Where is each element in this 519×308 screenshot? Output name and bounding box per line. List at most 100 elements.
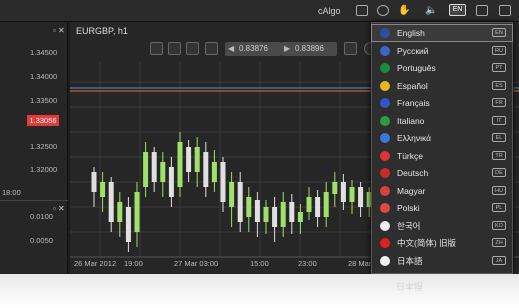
notes-icon[interactable]: [356, 5, 368, 16]
panel-controls-icon[interactable]: ▫ ✕: [53, 26, 65, 35]
flag-icon: [380, 203, 390, 213]
candle-body: [254, 200, 260, 222]
buy-price-button[interactable]: ▶ 0.83896: [281, 42, 337, 56]
x-axis-label: 15:00: [250, 259, 269, 268]
language-item[interactable]: Español ES: [372, 78, 512, 94]
language-item[interactable]: English EN: [371, 24, 513, 42]
candle-body: [237, 182, 243, 222]
language-item[interactable]: Français FR: [372, 95, 512, 111]
screen-reflection: 日本語: [0, 274, 519, 308]
price-tick: 1.34000: [30, 72, 58, 81]
language-code-badge: KO: [492, 220, 506, 230]
language-code-badge: EN: [492, 28, 506, 37]
candle-body: [349, 187, 355, 202]
current-price-label: 1.33056: [27, 115, 59, 126]
language-label: Magyar: [397, 185, 426, 196]
language-label: Русский: [397, 45, 429, 56]
language-item[interactable]: Türkçe TR: [372, 148, 512, 164]
zoom-icon[interactable]: [150, 42, 163, 55]
flag-icon: [380, 115, 390, 126]
language-label: Italiano: [397, 115, 425, 126]
ask-price: 0.83896: [295, 44, 324, 53]
candle-body: [263, 207, 269, 222]
bid-price: 0.83876: [239, 44, 268, 53]
language-code-badge: RU: [492, 45, 506, 55]
candle-body: [177, 142, 183, 187]
period-icon[interactable]: [186, 42, 199, 55]
language-item[interactable]: Русский RU: [372, 43, 512, 59]
list-icon[interactable]: [344, 42, 357, 55]
language-code-badge: PT: [492, 63, 506, 72]
language-item[interactable]: Ελληνικά EL: [372, 130, 512, 146]
language-label: Türkçe: [397, 150, 423, 161]
language-code-badge: DE: [492, 168, 506, 177]
sell-price-button[interactable]: ◀ 0.83876: [225, 42, 281, 56]
flag-icon: [380, 150, 390, 161]
sound-icon[interactable]: 🔈: [425, 5, 437, 16]
language-code-badge: JA: [492, 255, 506, 265]
candle-body: [229, 182, 235, 207]
indicator-controls-icon[interactable]: ▫ ✕: [53, 204, 65, 213]
indicator-tick: 0.0100: [30, 212, 53, 221]
candle-body: [134, 192, 140, 232]
language-item[interactable]: Magyar HU: [372, 183, 512, 199]
flag-icon: [380, 63, 390, 73]
language-menu: English EN Русский RU Português PT Español ES Fr…: [371, 22, 513, 274]
chart-type-icon[interactable]: [205, 42, 218, 55]
panel-divider: [0, 200, 68, 201]
hand-check-icon[interactable]: ✋: [398, 5, 410, 16]
app-window: cAlgo ✋ 🔈 EN 1.34500 1.34000 1.33500 1.3…: [0, 0, 519, 274]
language-item[interactable]: 한국어 KO: [372, 218, 512, 234]
candle-body: [246, 197, 252, 217]
sell-arrow-icon: ◀: [228, 44, 235, 53]
price-tick: 1.33500: [30, 96, 58, 105]
candle-body: [272, 207, 278, 227]
price-tick: 1.32000: [30, 165, 58, 174]
candle-body: [151, 152, 157, 182]
price-tick: 1.32500: [30, 142, 58, 151]
brand-label: cAlgo: [318, 6, 341, 16]
flag-icon: [380, 28, 390, 38]
candle-body: [289, 202, 295, 222]
flag-icon: [380, 45, 390, 56]
top-bar: cAlgo ✋ 🔈 EN: [0, 0, 519, 22]
candle-body: [306, 197, 312, 212]
flag-icon: [380, 98, 390, 108]
fullscreen-icon[interactable]: [499, 5, 511, 16]
language-label: 日本語: [397, 255, 423, 266]
language-code-badge: FR: [492, 98, 506, 107]
flag-icon: [380, 238, 390, 248]
language-code-badge: HU: [492, 185, 506, 195]
candle-body: [358, 187, 364, 207]
language-code-badge: ES: [492, 80, 506, 90]
language-button[interactable]: EN: [449, 4, 466, 16]
flag-icon: [380, 220, 390, 231]
candle-body: [280, 202, 286, 227]
candle-body: [117, 202, 123, 222]
language-item[interactable]: 中文(简体) 旧版 ZH: [372, 235, 512, 251]
cloud-settings-icon[interactable]: [377, 5, 389, 16]
language-label: 한국어: [397, 220, 421, 231]
flag-icon: [380, 80, 390, 91]
layout-icon[interactable]: [476, 5, 488, 16]
candle-body: [186, 147, 192, 172]
language-label: Deutsch: [397, 168, 429, 178]
candle-body: [315, 197, 321, 217]
language-code-badge: IT: [492, 115, 506, 125]
candle-body: [211, 162, 217, 182]
indicator-tick: 0.0050: [30, 236, 53, 245]
language-item[interactable]: Italiano IT: [372, 113, 512, 129]
language-item[interactable]: 日本語 JA: [372, 253, 512, 269]
language-item[interactable]: Deutsch DE: [372, 165, 512, 181]
candle-body: [108, 182, 114, 222]
candle-body: [143, 152, 149, 187]
candle-body: [220, 162, 226, 202]
language-item[interactable]: Polski PL: [372, 200, 512, 216]
language-label: Español: [397, 80, 428, 91]
candle-body: [168, 167, 174, 197]
candle-body: [100, 182, 106, 197]
language-item[interactable]: Português PT: [372, 60, 512, 76]
price-tick: 1.34500: [30, 48, 58, 57]
buy-arrow-icon: ▶: [284, 44, 291, 53]
zoom-area-icon[interactable]: [168, 42, 181, 55]
